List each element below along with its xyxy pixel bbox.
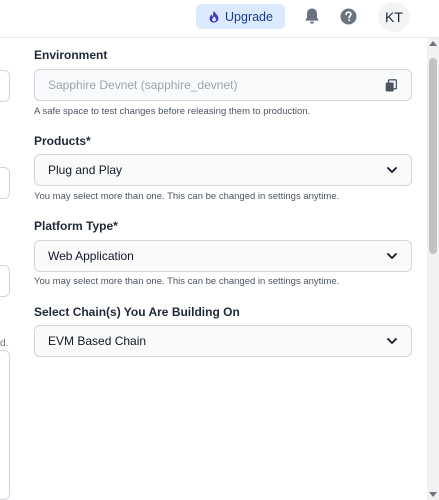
platform-type-value: Web Application [48,249,134,263]
environment-label: Environment [34,48,108,62]
platform-type-help: You may select more than one. This can b… [34,276,340,287]
chains-label: Select Chain(s) You Are Building On [34,305,240,319]
page: Upgrade KT d. Environment Sapphire Devne… [0,0,439,500]
left-panel-partial: d. [0,38,12,500]
products-value: Plug and Play [48,163,123,177]
left-textarea[interactable] [0,350,10,500]
left-field-2[interactable] [0,167,10,199]
help-icon[interactable] [340,8,357,25]
chains-value: EVM Based Chain [48,334,147,348]
products-select[interactable]: Plug and Play [34,154,412,186]
platform-type-label: Platform Type* [34,219,118,233]
scroll-thumb[interactable] [429,58,437,254]
avatar[interactable]: KT [378,2,410,32]
environment-field: Sapphire Devnet (sapphire_devnet) [34,69,412,101]
chevron-down-icon [387,338,397,344]
scroll-up-arrow-icon[interactable] [429,41,437,46]
chevron-down-icon [387,253,397,259]
chevron-down-icon [387,167,397,173]
upgrade-label: Upgrade [225,9,273,24]
left-field-3[interactable] [0,265,10,297]
platform-type-select[interactable]: Web Application [34,240,412,272]
copy-icon[interactable] [385,79,397,92]
products-label: Products* [34,134,91,148]
upgrade-button[interactable]: Upgrade [196,4,285,29]
left-truncated-text: d. [0,338,9,349]
flame-icon [209,10,219,23]
scroll-down-arrow-icon[interactable] [429,492,437,497]
environment-value: Sapphire Devnet (sapphire_devnet) [48,78,238,92]
top-bar: Upgrade KT [0,0,439,38]
chains-select[interactable]: EVM Based Chain [34,325,412,357]
left-field-1[interactable] [0,70,10,102]
bell-icon[interactable] [303,7,321,25]
products-help: You may select more than one. This can b… [34,191,340,202]
avatar-initials: KT [385,9,403,25]
scrollbar[interactable] [427,38,439,500]
environment-help: A safe space to test changes before rele… [34,106,311,117]
